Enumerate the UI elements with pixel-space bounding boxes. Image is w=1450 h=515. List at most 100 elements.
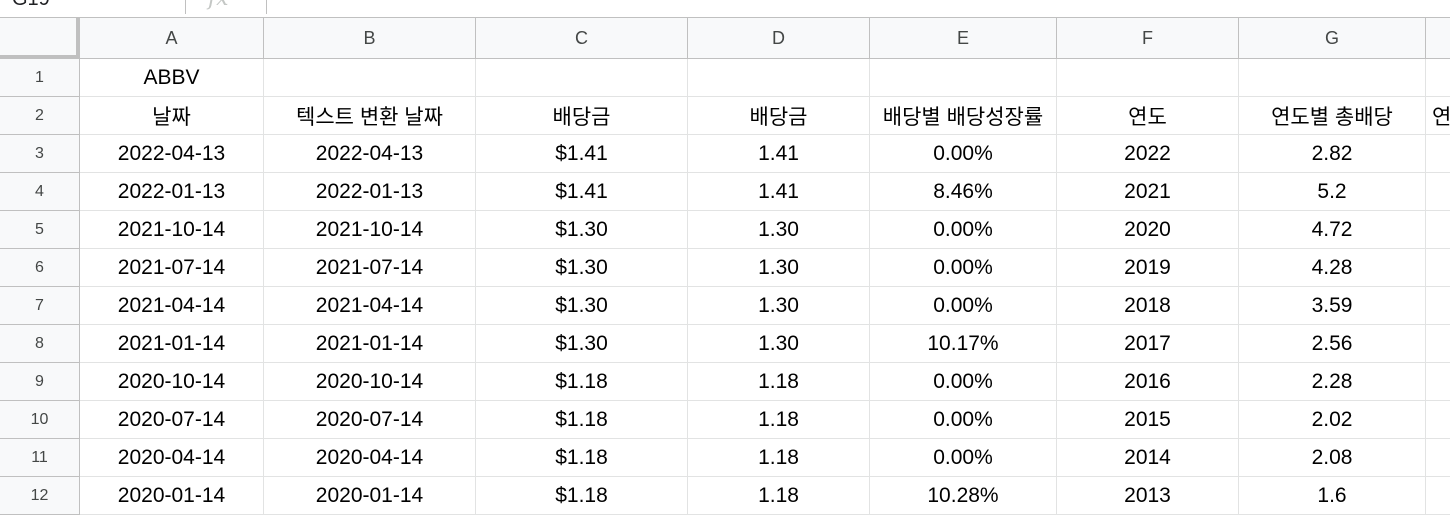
cell[interactable]: 1.30 (688, 325, 870, 363)
column-header-c[interactable]: C (476, 18, 688, 59)
cell[interactable]: 날짜 (80, 97, 264, 135)
cell[interactable]: 2015 (1057, 401, 1239, 439)
cell[interactable] (1057, 59, 1239, 97)
column-header-h[interactable] (1426, 18, 1450, 59)
cell[interactable]: $1.30 (476, 287, 688, 325)
row-header[interactable]: 3 (0, 135, 80, 173)
cell[interactable]: 연도별 총배당 (1239, 97, 1426, 135)
cell[interactable] (1426, 249, 1450, 287)
column-header-f[interactable]: F (1057, 18, 1239, 59)
column-header-d[interactable]: D (688, 18, 870, 59)
cell[interactable] (1426, 401, 1450, 439)
cell[interactable]: 10.28% (870, 477, 1057, 515)
cell[interactable]: 2020-10-14 (80, 363, 264, 401)
cell[interactable]: $1.30 (476, 249, 688, 287)
cell[interactable] (264, 59, 476, 97)
cell[interactable]: 1.18 (688, 439, 870, 477)
cell[interactable]: 2016 (1057, 363, 1239, 401)
cell[interactable]: 2.28 (1239, 363, 1426, 401)
cell[interactable]: 2021-04-14 (264, 287, 476, 325)
cell[interactable]: 1.6 (1239, 477, 1426, 515)
cell[interactable]: $1.18 (476, 401, 688, 439)
cell[interactable] (1426, 135, 1450, 173)
cell[interactable]: 2022 (1057, 135, 1239, 173)
cell[interactable] (1239, 59, 1426, 97)
cell[interactable] (476, 59, 688, 97)
cell[interactable]: ABBV (80, 59, 264, 97)
cell[interactable]: 2020-01-14 (264, 477, 476, 515)
row-header[interactable]: 4 (0, 173, 80, 211)
cell[interactable]: 4.72 (1239, 211, 1426, 249)
column-header-a[interactable]: A (80, 18, 264, 59)
cell[interactable] (1426, 287, 1450, 325)
cell[interactable]: 0.00% (870, 135, 1057, 173)
cell[interactable]: 2020-04-14 (80, 439, 264, 477)
cell[interactable]: 연 (1426, 97, 1450, 135)
select-all-corner[interactable] (0, 18, 80, 59)
cell[interactable]: 2021-01-14 (80, 325, 264, 363)
cell[interactable]: 0.00% (870, 401, 1057, 439)
row-header[interactable]: 5 (0, 211, 80, 249)
row-header[interactable]: 1 (0, 59, 80, 97)
cell[interactable]: $1.30 (476, 211, 688, 249)
column-header-g[interactable]: G (1239, 18, 1426, 59)
cell[interactable]: 2019 (1057, 249, 1239, 287)
cell[interactable]: 배당금 (688, 97, 870, 135)
cell[interactable] (1426, 439, 1450, 477)
cell[interactable] (1426, 59, 1450, 97)
row-header[interactable]: 8 (0, 325, 80, 363)
cell[interactable]: 배당금 (476, 97, 688, 135)
column-header-e[interactable]: E (870, 18, 1057, 59)
name-box[interactable]: G19 ▾ (0, 0, 186, 14)
cell[interactable]: $1.18 (476, 477, 688, 515)
cell[interactable]: 2021-10-14 (80, 211, 264, 249)
cell[interactable]: 1.41 (688, 135, 870, 173)
cell[interactable]: 2018 (1057, 287, 1239, 325)
cell[interactable]: $1.30 (476, 325, 688, 363)
row-header[interactable]: 10 (0, 401, 80, 439)
cell[interactable]: 텍스트 변환 날짜 (264, 97, 476, 135)
row-header[interactable]: 11 (0, 439, 80, 477)
cell[interactable]: 2021-10-14 (264, 211, 476, 249)
cell[interactable]: 0.00% (870, 287, 1057, 325)
row-header[interactable]: 12 (0, 477, 80, 515)
cell[interactable] (1426, 211, 1450, 249)
cell[interactable]: 2020-07-14 (80, 401, 264, 439)
cell[interactable]: 2.08 (1239, 439, 1426, 477)
cell[interactable]: 2017 (1057, 325, 1239, 363)
cell[interactable]: 2020-01-14 (80, 477, 264, 515)
cell[interactable]: 연도 (1057, 97, 1239, 135)
cell[interactable]: 2.56 (1239, 325, 1426, 363)
cell[interactable]: $1.18 (476, 363, 688, 401)
cell[interactable]: 2021 (1057, 173, 1239, 211)
cell[interactable] (1426, 325, 1450, 363)
cell[interactable]: 1.30 (688, 249, 870, 287)
cell[interactable]: 5.2 (1239, 173, 1426, 211)
cell[interactable]: 배당별 배당성장률 (870, 97, 1057, 135)
cell[interactable]: 2.02 (1239, 401, 1426, 439)
cell[interactable]: 2022-04-13 (80, 135, 264, 173)
cell[interactable]: 2020-04-14 (264, 439, 476, 477)
cell[interactable]: 1.30 (688, 287, 870, 325)
cell[interactable]: 0.00% (870, 439, 1057, 477)
cell[interactable]: 2020-10-14 (264, 363, 476, 401)
cell[interactable]: 2022-04-13 (264, 135, 476, 173)
cell[interactable]: 0.00% (870, 363, 1057, 401)
cell[interactable]: 10.17% (870, 325, 1057, 363)
cell[interactable]: 2022-01-13 (80, 173, 264, 211)
cell[interactable]: 2013 (1057, 477, 1239, 515)
cell[interactable] (1426, 173, 1450, 211)
column-header-b[interactable]: B (264, 18, 476, 59)
row-header[interactable]: 9 (0, 363, 80, 401)
cell[interactable]: 2021-07-14 (264, 249, 476, 287)
cell[interactable]: 2022-01-13 (264, 173, 476, 211)
chevron-down-icon[interactable]: ▾ (162, 0, 169, 3)
cell[interactable]: 0.00% (870, 211, 1057, 249)
cell[interactable] (688, 59, 870, 97)
cell[interactable]: 2021-04-14 (80, 287, 264, 325)
cell[interactable]: 0.00% (870, 249, 1057, 287)
row-header[interactable]: 7 (0, 287, 80, 325)
row-header[interactable]: 2 (0, 97, 80, 135)
cell[interactable]: 2020 (1057, 211, 1239, 249)
cell[interactable]: $1.41 (476, 135, 688, 173)
